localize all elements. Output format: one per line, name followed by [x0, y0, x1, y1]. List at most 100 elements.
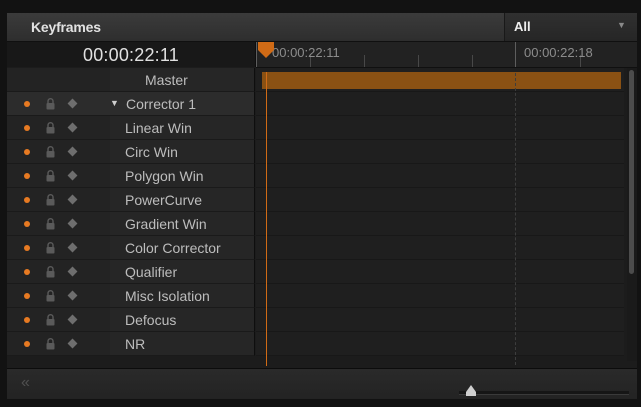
row-controls	[7, 308, 110, 332]
master-keyframe-bar[interactable]	[262, 72, 621, 89]
record-dot-icon[interactable]	[24, 173, 30, 179]
row-name-cell[interactable]: Defocus	[110, 308, 255, 332]
lock-icon[interactable]	[46, 266, 55, 278]
record-dot-icon[interactable]	[24, 317, 30, 323]
lock-icon[interactable]	[46, 338, 55, 350]
vertical-scrollbar[interactable]	[627, 68, 637, 361]
keyframe-track[interactable]	[256, 188, 624, 212]
row-name-cell[interactable]: Color Corrector	[110, 236, 255, 260]
keyframe-row[interactable]: Circ Win	[7, 140, 637, 164]
keyframe-diamond-icon[interactable]	[67, 146, 78, 157]
record-dot-icon[interactable]	[24, 221, 30, 227]
lock-icon[interactable]	[46, 290, 55, 302]
keyframe-track[interactable]	[256, 140, 624, 164]
row-name-cell[interactable]: Circ Win	[110, 140, 255, 164]
row-label: Gradient Win	[125, 216, 207, 232]
record-dot-icon[interactable]	[24, 149, 30, 155]
lock-icon[interactable]	[46, 314, 55, 326]
keyframe-diamond-icon[interactable]	[67, 266, 78, 277]
keyframe-row[interactable]: Master	[7, 68, 637, 92]
lock-icon[interactable]	[46, 194, 55, 206]
keyframe-row[interactable]: Linear Win	[7, 116, 637, 140]
row-name-cell[interactable]: Polygon Win	[110, 164, 255, 188]
keyframe-row[interactable]: Gradient Win	[7, 212, 637, 236]
keyframe-diamond-icon[interactable]	[67, 338, 78, 349]
panel-header: Keyframes All ▼	[7, 13, 637, 42]
row-label: Polygon Win	[125, 168, 204, 184]
keyframe-track[interactable]	[256, 236, 624, 260]
double-chevron-left-icon[interactable]: «	[21, 374, 30, 392]
keyframe-diamond-icon[interactable]	[67, 122, 78, 133]
record-dot-icon[interactable]	[24, 125, 30, 131]
keyframe-track[interactable]	[256, 260, 624, 284]
keyframe-row[interactable]: Qualifier	[7, 260, 637, 284]
row-controls	[7, 260, 110, 284]
keyframe-track[interactable]	[256, 92, 624, 116]
keyframe-diamond-icon[interactable]	[67, 98, 78, 109]
keyframe-track[interactable]	[256, 308, 624, 332]
row-label: Linear Win	[125, 120, 192, 136]
row-name-cell[interactable]: Misc Isolation	[110, 284, 255, 308]
frame-marker-line	[515, 73, 516, 365]
keyframe-row[interactable]: Misc Isolation	[7, 284, 637, 308]
current-timecode: 00:00:22:11	[83, 45, 179, 65]
panel-title: Keyframes	[31, 19, 101, 35]
keyframe-diamond-icon[interactable]	[67, 314, 78, 325]
record-dot-icon[interactable]	[24, 293, 30, 299]
zoom-slider[interactable]	[459, 391, 629, 395]
zoom-slider-handle[interactable]	[466, 385, 476, 392]
keyframe-diamond-icon[interactable]	[67, 194, 78, 205]
row-name-cell[interactable]: Gradient Win	[110, 212, 255, 236]
keyframe-row[interactable]: Color Corrector	[7, 236, 637, 260]
keyframe-track[interactable]	[256, 116, 624, 140]
row-name-cell[interactable]: Qualifier	[110, 260, 255, 284]
lock-icon[interactable]	[46, 98, 55, 110]
keyframe-track[interactable]	[256, 164, 624, 188]
keyframe-row[interactable]: Defocus	[7, 308, 637, 332]
timeline-ruler[interactable]: 00:00:22:11 00:00:22:18	[256, 42, 637, 68]
lock-icon[interactable]	[46, 242, 55, 254]
playhead-handle-icon[interactable]	[257, 42, 275, 58]
playhead-line[interactable]	[266, 72, 267, 366]
row-controls	[7, 284, 110, 308]
timecode-display: 00:00:22:11	[7, 42, 256, 67]
keyframe-row[interactable]: ▼ Corrector 1	[7, 92, 637, 116]
keyframe-track[interactable]	[256, 212, 624, 236]
lock-icon[interactable]	[46, 218, 55, 230]
keyframe-diamond-icon[interactable]	[67, 290, 78, 301]
expand-triangle-icon[interactable]: ▼	[110, 98, 119, 108]
scrollbar-thumb[interactable]	[629, 70, 634, 274]
keyframe-track[interactable]	[256, 284, 624, 308]
lock-icon[interactable]	[46, 170, 55, 182]
panel-footer: «	[7, 368, 637, 399]
keyframe-row[interactable]: PowerCurve	[7, 188, 637, 212]
record-dot-icon[interactable]	[24, 197, 30, 203]
lock-icon[interactable]	[46, 122, 55, 134]
record-dot-icon[interactable]	[24, 269, 30, 275]
lock-icon[interactable]	[46, 146, 55, 158]
row-controls	[7, 92, 110, 116]
row-controls	[7, 68, 110, 92]
row-label: Misc Isolation	[125, 288, 210, 304]
row-name-cell[interactable]: NR	[110, 332, 255, 356]
keyframe-diamond-icon[interactable]	[67, 242, 78, 253]
record-dot-icon[interactable]	[24, 245, 30, 251]
keyframe-diamond-icon[interactable]	[67, 218, 78, 229]
keyframe-row[interactable]: Polygon Win	[7, 164, 637, 188]
row-name-cell[interactable]: ▼ Corrector 1	[110, 92, 255, 116]
row-label: Master	[145, 72, 188, 88]
record-dot-icon[interactable]	[24, 101, 30, 107]
keyframe-track[interactable]	[256, 68, 624, 92]
row-name-cell[interactable]: PowerCurve	[110, 188, 255, 212]
keyframe-filter-dropdown[interactable]: All ▼	[504, 13, 637, 41]
zoom-slider-handle-base[interactable]	[466, 392, 476, 396]
row-name-cell[interactable]: Linear Win	[110, 116, 255, 140]
keyframe-row[interactable]: NR	[7, 332, 637, 356]
record-dot-icon[interactable]	[24, 341, 30, 347]
row-controls	[7, 164, 110, 188]
row-name-cell[interactable]: Master	[110, 68, 255, 92]
keyframe-track[interactable]	[256, 332, 624, 356]
keyframe-diamond-icon[interactable]	[67, 170, 78, 181]
row-controls	[7, 212, 110, 236]
row-label: NR	[125, 336, 146, 352]
